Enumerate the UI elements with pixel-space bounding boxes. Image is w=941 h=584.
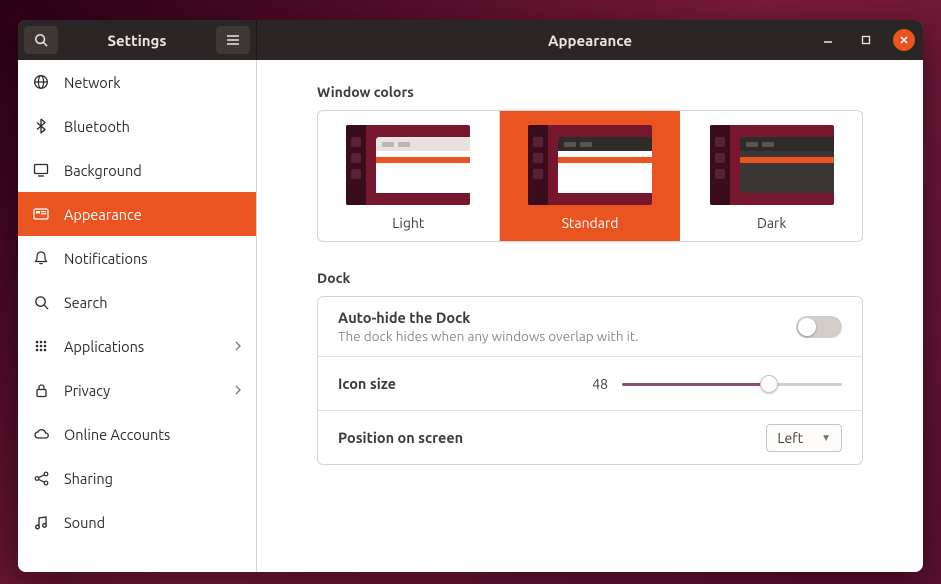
chevron-right-icon [234, 384, 242, 396]
position-select[interactable]: Left ▼ [766, 424, 842, 452]
theme-preview [346, 125, 470, 205]
icon-size-row: Icon size 48 [318, 356, 862, 410]
maximize-icon [861, 35, 871, 45]
icon-size-value: 48 [578, 376, 608, 392]
appearance-icon [32, 205, 50, 223]
sidebar-item-online-accounts[interactable]: Online Accounts [18, 412, 256, 456]
sidebar-title: Settings [58, 32, 216, 49]
settings-window: Settings Appearance Net [18, 20, 923, 572]
sidebar: Network Bluetooth Background Appearance Noti… [18, 60, 257, 572]
autohide-label: Auto-hide the Dock [338, 309, 776, 326]
menu-button[interactable] [216, 26, 250, 54]
sidebar-item-notifications[interactable]: Notifications [18, 236, 256, 280]
autohide-sublabel: The dock hides when any windows overlap … [338, 328, 776, 344]
sidebar-item-label: Sharing [64, 470, 113, 487]
icon-size-label: Icon size [338, 375, 558, 392]
theme-label: Dark [691, 215, 852, 231]
theme-preview [528, 125, 652, 205]
apps-icon [32, 337, 50, 355]
autohide-toggle[interactable] [796, 316, 842, 338]
position-value: Left [777, 430, 803, 446]
dock-settings: Auto-hide the Dock The dock hides when a… [317, 296, 863, 465]
minimize-icon [823, 35, 833, 45]
position-row: Position on screen Left ▼ [318, 410, 862, 464]
share-icon [32, 469, 50, 487]
search-button[interactable] [24, 26, 58, 54]
sidebar-item-label: Notifications [64, 250, 148, 267]
icon-size-slider[interactable] [622, 374, 842, 394]
sidebar-item-label: Background [64, 162, 142, 179]
search-icon [34, 33, 48, 47]
close-icon [899, 35, 909, 45]
theme-option-dark[interactable]: Dark [680, 111, 862, 241]
minimize-button[interactable] [817, 29, 839, 51]
sidebar-item-sharing[interactable]: Sharing [18, 456, 256, 500]
search-icon [32, 293, 50, 311]
globe-icon [32, 73, 50, 91]
titlebar: Settings Appearance [18, 20, 923, 60]
theme-option-light[interactable]: Light [318, 111, 499, 241]
chevron-down-icon: ▼ [821, 432, 831, 444]
sidebar-item-label: Search [64, 294, 108, 311]
theme-label: Light [328, 215, 489, 231]
sidebar-item-bluetooth[interactable]: Bluetooth [18, 104, 256, 148]
sidebar-item-label: Online Accounts [64, 426, 170, 443]
sidebar-item-applications[interactable]: Applications [18, 324, 256, 368]
display-icon [32, 161, 50, 179]
maximize-button[interactable] [855, 29, 877, 51]
bluetooth-icon [32, 117, 50, 135]
titlebar-left: Settings [18, 20, 257, 60]
content-area: Window colors Light Standard Dark Dock Aut… [257, 60, 923, 572]
window-body: Network Bluetooth Background Appearance Noti… [18, 60, 923, 572]
theme-option-standard[interactable]: Standard [499, 111, 681, 241]
page-title: Appearance [548, 32, 632, 49]
lock-icon [32, 381, 50, 399]
cloud-icon [32, 425, 50, 443]
sidebar-item-label: Appearance [64, 206, 142, 223]
sidebar-item-label: Applications [64, 338, 144, 355]
sidebar-item-sound[interactable]: Sound [18, 500, 256, 544]
theme-selector: Light Standard Dark [317, 110, 863, 242]
sidebar-item-appearance[interactable]: Appearance [18, 192, 256, 236]
sidebar-item-network[interactable]: Network [18, 60, 256, 104]
chevron-right-icon [234, 340, 242, 352]
sidebar-item-label: Privacy [64, 382, 110, 399]
music-icon [32, 513, 50, 531]
sidebar-item-label: Network [64, 74, 121, 91]
autohide-row: Auto-hide the Dock The dock hides when a… [318, 297, 862, 356]
sidebar-item-search[interactable]: Search [18, 280, 256, 324]
titlebar-right: Appearance [257, 20, 923, 60]
sidebar-item-label: Bluetooth [64, 118, 130, 135]
dock-heading: Dock [317, 270, 863, 286]
theme-preview [710, 125, 834, 205]
position-label: Position on screen [338, 429, 746, 446]
sidebar-item-background[interactable]: Background [18, 148, 256, 192]
hamburger-icon [226, 34, 240, 46]
bell-icon [32, 249, 50, 267]
theme-label: Standard [510, 215, 671, 231]
sidebar-item-privacy[interactable]: Privacy [18, 368, 256, 412]
window-colors-heading: Window colors [317, 84, 863, 100]
window-controls [817, 29, 915, 51]
sidebar-item-label: Sound [64, 514, 105, 531]
close-button[interactable] [893, 29, 915, 51]
